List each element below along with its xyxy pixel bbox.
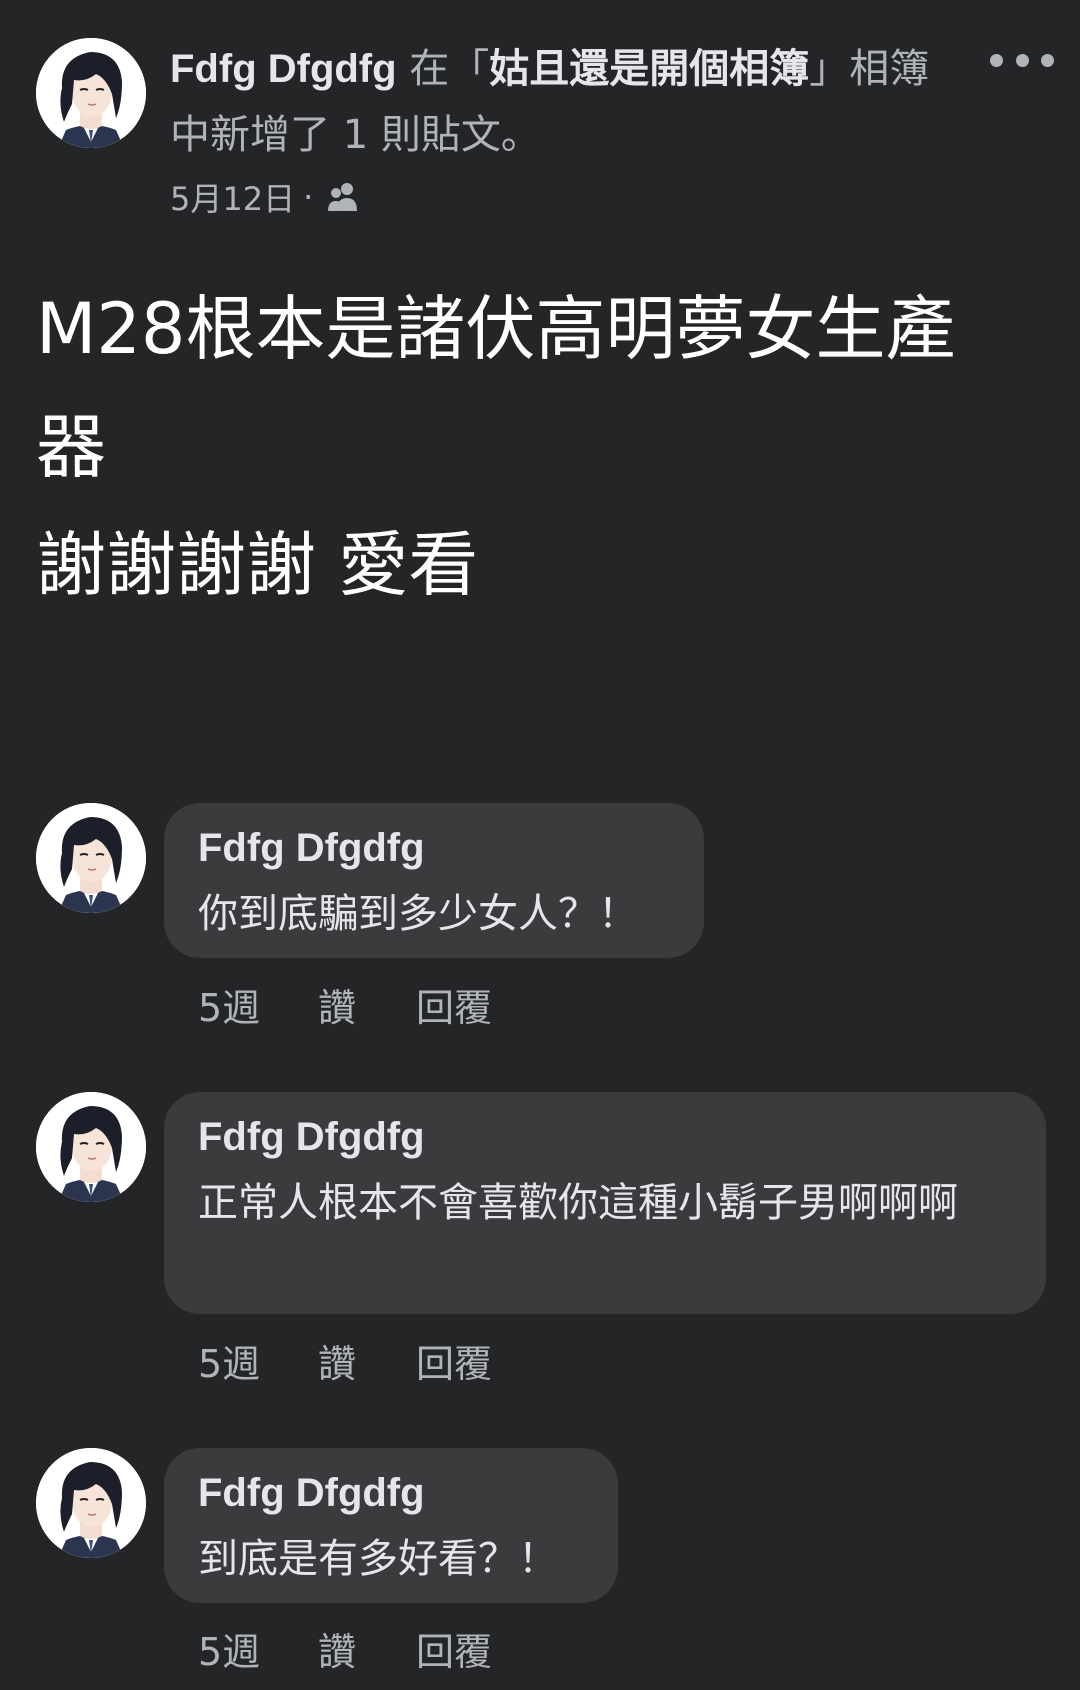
more-options-button[interactable] xyxy=(990,38,1054,82)
avatar-image xyxy=(36,803,146,913)
album-link[interactable]: 姑且還是開個相簿 xyxy=(489,47,809,91)
comment-avatar[interactable] xyxy=(36,1448,146,1558)
comment-text: 到底是有多好看？！ xyxy=(198,1536,558,1582)
meta-separator: · xyxy=(303,178,314,216)
friends-icon[interactable] xyxy=(325,179,361,215)
like-button[interactable]: 讚 xyxy=(318,1628,416,1676)
like-button[interactable]: 讚 xyxy=(318,1340,416,1388)
comment-bubble[interactable]: Fdfg Dfgdfg 正常人根本不會喜歡你這種小鬍子男啊啊啊 xyxy=(164,1092,1046,1314)
comment-time[interactable]: 5週 xyxy=(198,1628,318,1676)
avatar-image xyxy=(36,1448,146,1558)
post-text-line: 謝謝謝謝 愛看 xyxy=(36,524,479,606)
comment-author[interactable]: Fdfg Dfgdfg xyxy=(198,1468,584,1518)
post-text-line: M28根本是諸伏高明夢女生產 xyxy=(36,288,956,370)
avatar-image xyxy=(36,1092,146,1202)
comment-bubble[interactable]: Fdfg Dfgdfg 你到底騙到多少女人？！ xyxy=(164,803,704,958)
comment-text: 正常人根本不會喜歡你這種小鬍子男啊啊啊 xyxy=(198,1180,958,1226)
post-header-prefix: 在「 xyxy=(396,46,490,92)
post-date[interactable]: 5月12日 xyxy=(170,174,295,220)
comment-avatar[interactable] xyxy=(36,1092,146,1202)
comment-actions: 5週 讚 回覆 xyxy=(198,1340,492,1388)
more-dot xyxy=(1041,53,1054,67)
reply-button[interactable]: 回覆 xyxy=(416,984,492,1032)
comment-bubble[interactable]: Fdfg Dfgdfg 到底是有多好看？！ xyxy=(164,1448,618,1603)
post-author-name[interactable]: Fdfg Dfgdfg xyxy=(170,47,397,91)
post-header: Fdfg Dfgdfg 在「姑且還是開個相簿」相簿中新增了 1 則貼文。 xyxy=(170,36,960,168)
more-dot xyxy=(1015,53,1029,67)
comment-text: 你到底騙到多少女人？！ xyxy=(198,891,638,937)
post-meta: 5月12日 · xyxy=(170,172,361,222)
post-author-avatar[interactable] xyxy=(36,38,146,148)
comment-actions: 5週 讚 回覆 xyxy=(198,984,492,1032)
reply-button[interactable]: 回覆 xyxy=(416,1340,492,1388)
post-text-line: 器 xyxy=(36,406,106,488)
avatar-image xyxy=(36,38,146,148)
comment-time[interactable]: 5週 xyxy=(198,1340,318,1388)
post-text: M28根本是諸伏高明夢女生產 器 謝謝謝謝 愛看 xyxy=(36,270,1046,624)
comment-time[interactable]: 5週 xyxy=(198,984,318,1032)
comment-author[interactable]: Fdfg Dfgdfg xyxy=(198,823,670,873)
comment-author[interactable]: Fdfg Dfgdfg xyxy=(198,1112,1012,1162)
reply-button[interactable]: 回覆 xyxy=(416,1628,492,1676)
comment-avatar[interactable] xyxy=(36,803,146,913)
comment-actions: 5週 讚 回覆 xyxy=(198,1628,492,1676)
like-button[interactable]: 讚 xyxy=(318,984,416,1032)
more-dot xyxy=(990,53,1003,67)
